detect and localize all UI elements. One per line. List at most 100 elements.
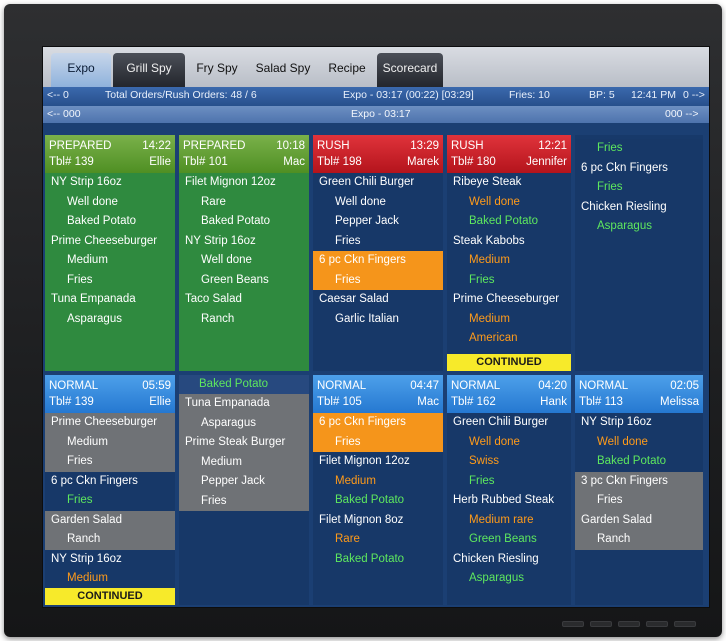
order-ticket[interactable]: NORMAL 04:20 Tbl# 162 Hank Green Chili Burge… (447, 375, 571, 605)
ticket-modifier: Rare (201, 195, 226, 208)
ticket-modifier: Baked Potato (335, 494, 405, 506)
ticket-item: 6 pc Ckn Fingers (581, 161, 668, 174)
ticket-modifier: Fries (179, 491, 309, 511)
ticket-header-row: Tbl# 162 Hank (451, 394, 567, 410)
ticket-modifier: Medium (469, 254, 510, 266)
ticket-modifier: Medium (335, 474, 376, 487)
monitor-button[interactable] (618, 621, 640, 627)
ticket-body: 6 pc Ckn Fingers Fries Filet Mignon 12oz Me… (313, 413, 443, 605)
ticket-status: NORMAL (579, 380, 629, 392)
monitor-button[interactable] (562, 621, 584, 627)
ticket-modifier: Fries (45, 452, 175, 472)
order-ticket[interactable]: Baked Potato Tuna Empanada Asparagus Prime … (179, 375, 309, 605)
tab-recipe[interactable]: Recipe (319, 53, 375, 87)
ticket-header-row: Tbl# 101 Mac (183, 154, 305, 170)
tab-expo[interactable]: Expo (51, 53, 111, 87)
ticket-modifier: Fries (575, 491, 703, 511)
ticket-modifier: Ranch (575, 530, 703, 550)
ticket-header-row: Tbl# 113 Melissa (579, 394, 699, 410)
ticket-status: NORMAL (49, 380, 99, 392)
ticket-item: Tuna Empanada (179, 394, 309, 414)
ticket-modifier: Medium (67, 572, 108, 584)
ticket-header[interactable]: RUSH 13:29 Tbl# 198 Marek (313, 135, 443, 173)
ticket-item: Steak Kabobs (453, 234, 525, 247)
ticket-body: Prime Cheeseburger Medium Fries 6 pc Ckn Fi… (45, 413, 175, 605)
ticket-header-row: Tbl# 139 Ellie (49, 394, 171, 410)
ticket-item: Filet Mignon 12oz (319, 455, 410, 467)
ticket-timer: 04:20 (538, 380, 567, 392)
ticket-server-name: Jennifer (526, 156, 567, 168)
ticket-modifier: Well done (67, 195, 118, 208)
order-ticket[interactable]: RUSH 12:21 Tbl# 180 Jennifer Ribeye Steak Wel… (447, 135, 571, 371)
ticket-header[interactable]: NORMAL 04:47 Tbl# 105 Mac (313, 375, 443, 413)
ticket-item: Taco Salad (185, 293, 242, 305)
ticket-header[interactable]: PREPARED 14:22 Tbl# 139 Ellie (45, 135, 175, 173)
fries-count-text: Fries: 10 (509, 89, 550, 101)
prev-expo-button[interactable]: <-- 000 (47, 108, 81, 120)
ticket-item: Garden Salad (575, 510, 703, 530)
ticket-table-number: Tbl# 113 (579, 396, 623, 408)
ticket-header[interactable]: NORMAL 04:20 Tbl# 162 Hank (447, 375, 571, 413)
order-ticket[interactable]: RUSH 13:29 Tbl# 198 Marek Green Chili Burger… (313, 135, 443, 371)
order-ticket[interactable]: Fries 6 pc Ckn Fingers Fries Chicken Riesli… (575, 135, 703, 371)
ticket-modifier: Medium (67, 254, 108, 266)
ticket-modifier: Green Beans (469, 533, 537, 545)
ticket-header-row: NORMAL 04:20 (451, 378, 567, 394)
ticket-item: NY Strip 16oz (51, 176, 122, 188)
continued-badge: CONTINUED (447, 354, 571, 371)
ticket-header[interactable]: NORMAL 02:05 Tbl# 113 Melissa (575, 375, 703, 413)
power-button[interactable] (674, 621, 696, 627)
ticket-table-number: Tbl# 139 (49, 396, 94, 408)
next-expo-button[interactable]: 000 --> (665, 108, 699, 120)
ticket-server-name: Melissa (660, 396, 699, 408)
tab-grill-spy[interactable]: Grill Spy (113, 53, 185, 87)
ticket-modifier: Well done (335, 195, 386, 208)
ticket-carryover-item: Baked Potato (179, 375, 309, 394)
tab-scorecard[interactable]: Scorecard (377, 53, 443, 87)
ticket-modifier: Fries (67, 494, 93, 506)
ticket-item: Prime Cheeseburger (453, 293, 560, 305)
bp-count-text: BP: 5 (589, 89, 615, 101)
ticket-header[interactable]: RUSH 12:21 Tbl# 180 Jennifer (447, 135, 571, 173)
ticket-body: Filet Mignon 12oz Rare Baked Potato NY Stri… (179, 173, 309, 371)
clock-text: 12:41 PM (631, 89, 676, 101)
next-page-button[interactable]: 0 --> (683, 89, 705, 101)
ticket-modifier: Ranch (45, 530, 175, 550)
monitor-button[interactable] (646, 621, 668, 627)
ticket-item: Green Chili Burger (319, 176, 415, 188)
ticket-header-row: PREPARED 10:18 (183, 138, 305, 154)
ticket-modifier: Green Beans (201, 273, 269, 286)
order-ticket[interactable]: PREPARED 14:22 Tbl# 139 Ellie NY Strip 16oz W… (45, 135, 175, 371)
status-bar-expo: <-- 000 Expo - 03:17 000 --> (43, 106, 709, 123)
tab-fry-spy[interactable]: Fry Spy (187, 53, 247, 87)
ticket-table-number: Tbl# 180 (451, 156, 496, 168)
prev-page-button[interactable]: <-- 0 (47, 89, 69, 101)
order-ticket[interactable]: PREPARED 10:18 Tbl# 101 Mac Filet Mignon 12o… (179, 135, 309, 371)
ticket-modifier: Fries (313, 270, 443, 290)
monitor-button[interactable] (590, 621, 612, 627)
ticket-header[interactable]: PREPARED 10:18 Tbl# 101 Mac (179, 135, 309, 173)
ticket-status: NORMAL (451, 380, 501, 392)
ticket-item: 6 pc Ckn Fingers (313, 413, 443, 433)
order-ticket[interactable]: NORMAL 02:05 Tbl# 113 Melissa NY Strip 16oz W… (575, 375, 703, 605)
ticket-item: NY Strip 16oz (185, 234, 256, 247)
order-ticket[interactable]: NORMAL 05:59 Tbl# 139 Ellie Prime Cheeseburg… (45, 375, 175, 605)
ticket-status: NORMAL (317, 380, 367, 392)
ticket-body: Green Chili Burger Well done Pepper Jack Fr… (313, 173, 443, 371)
ticket-modifier: Fries (597, 142, 623, 154)
ticket-item: Filet Mignon 12oz (185, 176, 276, 188)
expo-label-text: Expo - 03:17 (351, 108, 411, 120)
ticket-modifier: Well done (201, 254, 252, 266)
tab-salad-spy[interactable]: Salad Spy (249, 53, 317, 87)
ticket-item: NY Strip 16oz (51, 552, 122, 565)
ticket-modifier: Swiss (469, 455, 500, 467)
ticket-table-number: Tbl# 198 (317, 156, 362, 168)
ticket-modifier: Well done (469, 435, 520, 448)
ticket-header-row: Tbl# 139 Ellie (49, 154, 171, 170)
ticket-header[interactable]: NORMAL 05:59 Tbl# 139 Ellie (45, 375, 175, 413)
ticket-body: NY Strip 16oz Well done Baked Potato 3 pc C… (575, 413, 703, 605)
ticket-modifier: Medium rare (469, 513, 534, 526)
ticket-body: Fries 6 pc Ckn Fingers Fries Chicken Riesli… (575, 139, 703, 371)
order-ticket[interactable]: NORMAL 04:47 Tbl# 105 Mac 6 pc Ckn Fingers Fr… (313, 375, 443, 605)
ticket-modifier: Fries (597, 181, 623, 193)
